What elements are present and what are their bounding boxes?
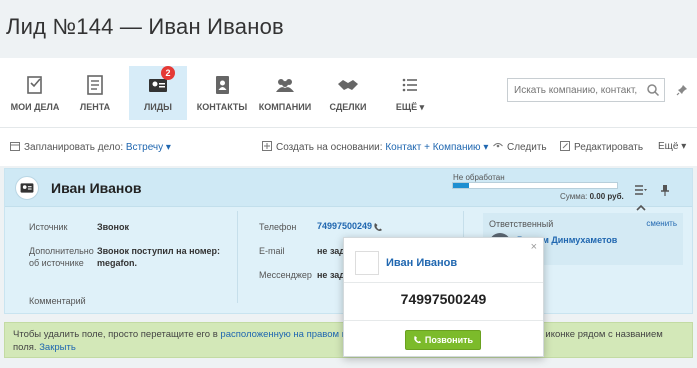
extra-source-label: Дополнительно об источнике xyxy=(29,246,94,268)
status-progress-bar[interactable] xyxy=(452,182,618,189)
companies-icon xyxy=(276,79,294,92)
pin-icon[interactable] xyxy=(659,184,671,196)
popup-contact-name[interactable]: Иван Иванов xyxy=(386,257,457,269)
card-header-icons xyxy=(635,181,692,217)
lead-card-icon xyxy=(20,183,34,193)
sum-label: Сумма: xyxy=(560,192,588,201)
sum-display: Сумма: 0.00 руб. xyxy=(560,192,624,201)
extra-source-value[interactable]: Звонок поступил на номер: megafon. xyxy=(97,245,227,269)
popup-divider xyxy=(344,320,543,321)
search-box xyxy=(507,78,665,102)
popup-avatar xyxy=(355,251,379,275)
follow-button[interactable]: Следить xyxy=(493,141,547,153)
nav-label: МОИ ДЕЛА xyxy=(10,102,60,112)
plan-label: Запланировать дело: xyxy=(24,142,124,153)
follow-label: Следить xyxy=(507,142,547,153)
call-button[interactable]: Позвонить xyxy=(405,330,481,350)
hint-close-link[interactable]: Закрыть xyxy=(39,342,76,353)
sum-value: 0.00 руб. xyxy=(589,192,624,201)
nav-label: ЛЕНТА xyxy=(79,102,111,112)
column-divider xyxy=(237,211,238,303)
plan-activity[interactable]: Запланировать дело: Встречу ▾ xyxy=(10,141,171,153)
nav-item-my-tasks[interactable]: МОИ ДЕЛА xyxy=(6,66,64,120)
popup-phone-number: 74997500249 xyxy=(400,291,487,307)
tasks-icon xyxy=(27,76,42,94)
nav-label: ЕЩЁ ▾ xyxy=(395,102,425,112)
list-settings-icon[interactable] xyxy=(635,184,647,196)
nav-item-deals[interactable]: СДЕЛКИ xyxy=(319,66,377,120)
messenger-value[interactable]: не зад xyxy=(317,269,345,281)
handshake-icon xyxy=(338,80,358,90)
nav-item-contacts[interactable]: КОНТАКТЫ xyxy=(193,66,251,120)
chevron-up-icon[interactable] xyxy=(635,202,647,214)
create-based-on[interactable]: Создать на основании: Контакт + Компанию… xyxy=(262,141,488,153)
hint-link[interactable]: расположенную на правом кра xyxy=(220,329,356,340)
create-label: Создать на основании: xyxy=(276,142,383,153)
edit-icon xyxy=(560,141,570,151)
nav-item-feed[interactable]: ЛЕНТА xyxy=(66,66,124,120)
messenger-label: Мессенджер xyxy=(259,270,312,280)
nav-label: КОНТАКТЫ xyxy=(196,102,248,112)
status-label: Не обработан xyxy=(453,173,505,182)
email-label: E-mail xyxy=(259,246,285,256)
hint-text-1: Чтобы удалить поле, просто перетащите ег… xyxy=(13,329,218,340)
phone-label: Телефон xyxy=(259,222,297,232)
source-value[interactable]: Звонок xyxy=(97,221,129,233)
source-label: Источник xyxy=(29,222,68,232)
lead-avatar xyxy=(15,176,39,200)
nav-item-more[interactable]: ЕЩЁ ▾ xyxy=(381,66,439,120)
pin-icon[interactable] xyxy=(676,84,688,96)
edit-button[interactable]: Редактировать xyxy=(560,141,643,153)
nav-label: КОМПАНИИ xyxy=(258,102,312,112)
calendar-icon xyxy=(10,142,20,151)
comment-label: Комментарий xyxy=(29,296,86,306)
search-input[interactable] xyxy=(508,79,640,101)
nav-item-companies[interactable]: КОМПАНИИ xyxy=(256,66,314,120)
create-value-dropdown[interactable]: Контакт + Компанию ▾ xyxy=(385,142,488,153)
search-icon[interactable] xyxy=(646,83,660,97)
contacts-icon xyxy=(216,76,229,94)
edit-label: Редактировать xyxy=(574,142,644,153)
list-icon xyxy=(402,78,417,92)
email-value[interactable]: не зад xyxy=(317,245,345,257)
nav-label: ЛИДЫ xyxy=(143,102,172,112)
main-nav: МОИ ДЕЛА ЛЕНТА 2 ЛИДЫ КОНТАКТЫ КОМПАНИИ … xyxy=(0,58,697,128)
page-title: Лид №144 — Иван Иванов xyxy=(6,14,284,39)
action-toolbar: Запланировать дело: Встречу ▾ Создать на… xyxy=(0,128,697,166)
nav-label: СДЕЛКИ xyxy=(329,102,367,112)
responsible-change-link[interactable]: сменить xyxy=(646,219,677,228)
status-progress-fill xyxy=(453,183,470,188)
phone-icon xyxy=(414,335,422,344)
more-dropdown[interactable]: Ещё ▾ xyxy=(658,141,686,152)
close-icon[interactable]: × xyxy=(531,241,537,253)
responsible-title: Ответственный xyxy=(489,219,554,229)
lead-name: Иван Иванов xyxy=(51,180,142,196)
eye-icon xyxy=(493,143,503,148)
nav-item-leads[interactable]: 2 ЛИДЫ xyxy=(129,66,187,120)
title-bar: Лид №144 — Иван Иванов xyxy=(0,0,697,58)
popup-divider xyxy=(344,282,543,283)
phone-value-link[interactable]: 74997500249 xyxy=(317,221,372,231)
call-popup: × Иван Иванов 74997500249 Позвонить xyxy=(343,237,544,357)
feed-icon xyxy=(87,75,103,95)
lead-card-header: Иван Иванов Не обработан Сумма: 0.00 руб… xyxy=(5,169,692,211)
create-icon xyxy=(262,141,272,151)
plan-value-dropdown[interactable]: Встречу ▾ xyxy=(126,142,171,153)
call-button-label: Позвонить xyxy=(424,335,474,345)
phone-call-icon[interactable] xyxy=(373,222,383,232)
leads-count-badge: 2 xyxy=(161,66,175,80)
